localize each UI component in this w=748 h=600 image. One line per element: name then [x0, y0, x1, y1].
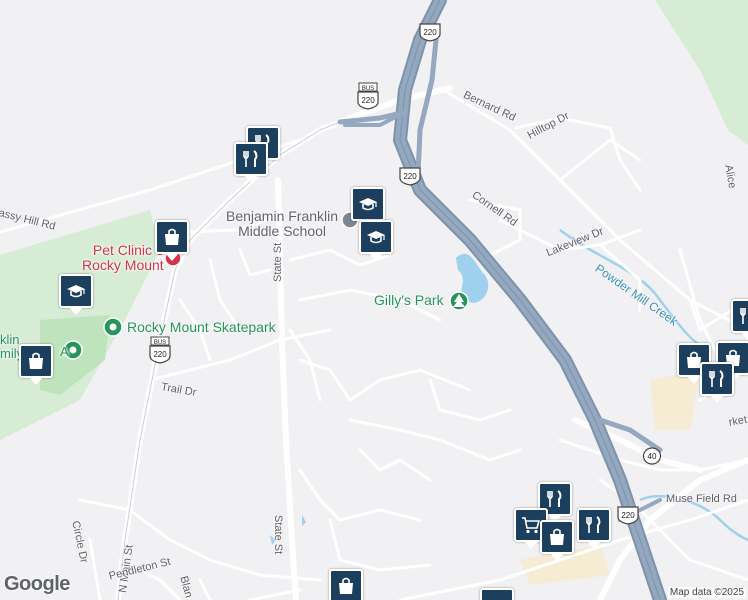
map-attribution[interactable]: Map data ©2025 [667, 587, 746, 598]
poi-label-vet-line1: Pet Clinic o [92, 242, 164, 258]
poi-label-skatepark[interactable]: Rocky Mount Skatepark [127, 320, 276, 335]
business-route-tag-top: BUS [362, 86, 374, 92]
street-label-muse-field-rd-line1: Muse Field Rd [666, 494, 737, 505]
marker-shopping-5[interactable] [540, 520, 574, 561]
marker-school-1[interactable] [351, 187, 385, 228]
marker-school-2[interactable] [359, 220, 393, 261]
us-route-220-shield: 220 [419, 23, 441, 42]
business-route-220-shield-top: BUS 220 [357, 82, 379, 110]
school-icon [367, 231, 385, 244]
shopping-bag-icon [165, 228, 179, 245]
poi-label-school[interactable]: Benjamin Franklin Middle School [226, 209, 338, 238]
business-route-220-text-top: 220 [361, 96, 375, 105]
marker-shopping-6[interactable] [329, 569, 363, 600]
poi-label-vet[interactable]: Pet Clinic o Rocky Mount [82, 243, 164, 272]
marker-restaurant-4[interactable] [700, 362, 734, 403]
restaurant-icon [547, 490, 562, 507]
business-route-tag-left: BUS [154, 340, 166, 346]
us-route-220-text: 220 [423, 28, 437, 37]
restaurant-icon [243, 150, 258, 167]
street-label-muse-field-rd: Muse Field Rd [666, 493, 737, 505]
marker-shopping-2[interactable] [19, 344, 53, 385]
state-route-40-text: 40 [648, 452, 657, 461]
marker-partial-bottom[interactable] [480, 588, 514, 600]
shopping-bag-icon [29, 352, 43, 369]
marker-restaurant-2[interactable] [234, 142, 268, 183]
street-label-state-st-south: State St [272, 515, 284, 555]
restaurant-icon [740, 308, 746, 324]
us-route-220-text-mid: 220 [403, 172, 417, 181]
shopping-bag-icon [550, 528, 564, 545]
google-logo: Google [4, 573, 70, 595]
shopping-cart-icon [522, 517, 541, 534]
restaurant-icon [709, 370, 724, 387]
us-route-220-text-bottom: 220 [621, 511, 635, 520]
business-route-220-text-left: 220 [153, 350, 167, 359]
marker-restaurant-3[interactable] [731, 299, 748, 340]
poi-label-vet-line2: Rocky Mount [82, 256, 164, 273]
business-route-220-shield-left: BUS 220 [149, 336, 171, 364]
poi-label-park[interactable]: Gilly's Park [374, 293, 444, 308]
restaurant-icon [586, 516, 601, 533]
school-icon [67, 285, 85, 298]
marker-school-3[interactable] [59, 274, 93, 315]
marker-shopping-1[interactable] [155, 220, 189, 261]
poi-label-school-line1: Benjamin Franklin [226, 208, 339, 224]
shopping-bag-icon [339, 577, 353, 594]
us-route-220-shield-bottom: 220 [617, 506, 639, 525]
state-route-40-shield: 40 [642, 447, 662, 465]
us-route-220-shield-mid: 220 [399, 167, 421, 186]
school-icon [359, 198, 377, 211]
poi-label-school-line2: Middle School [238, 222, 326, 239]
marker-restaurant-6[interactable] [577, 508, 611, 549]
map-canvas[interactable]: Bernard Rd Hilltop Dr Cornell Rd Lakevie… [0, 0, 748, 600]
street-label-state-st-north: State St [272, 242, 284, 282]
